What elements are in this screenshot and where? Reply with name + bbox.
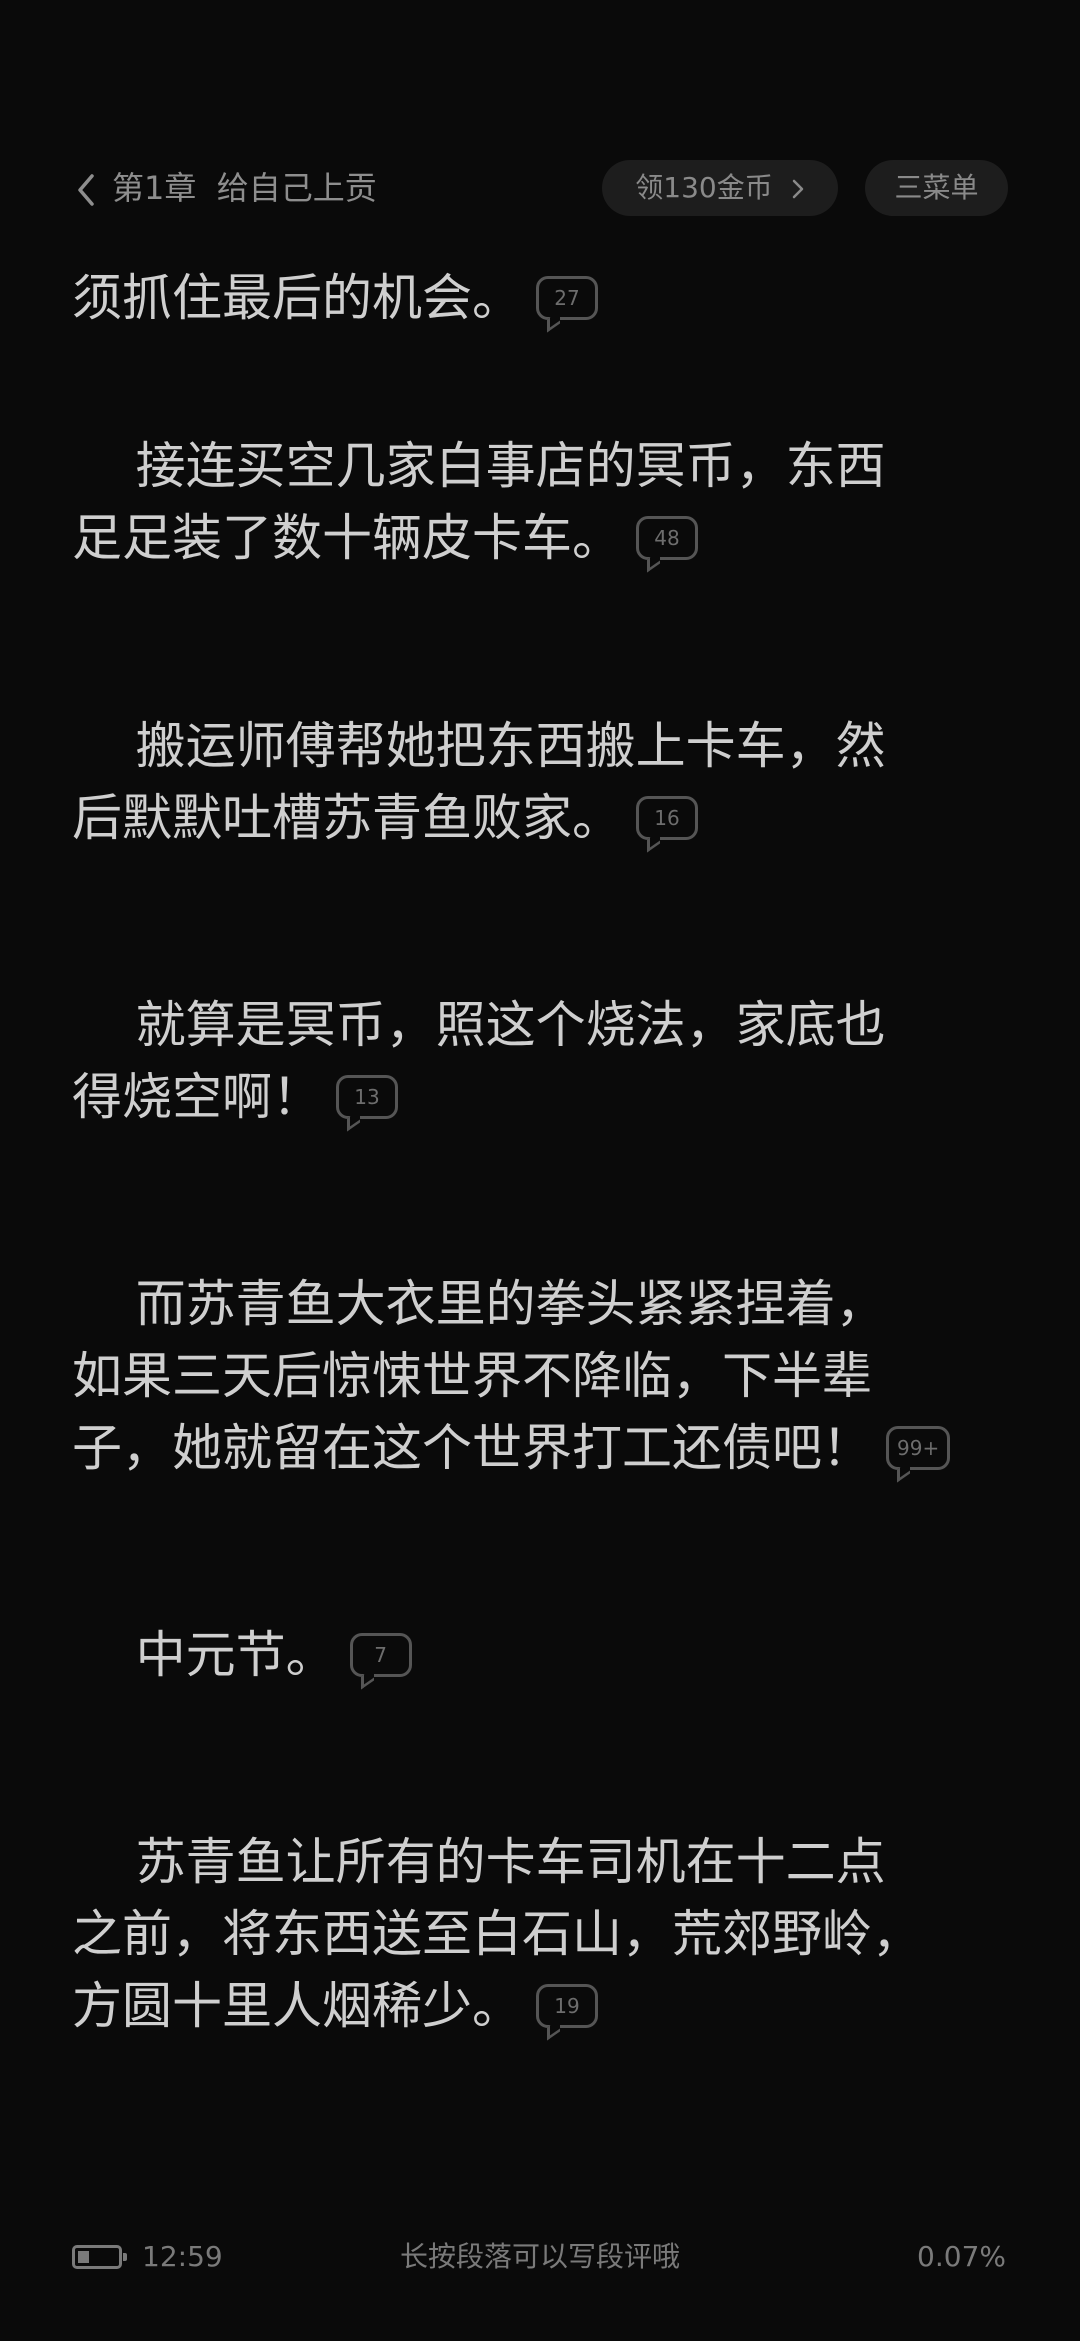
text-line: 得烧空啊！ — [72, 1068, 322, 1126]
reader-top-bar: 第1章 给自己上贡 领130金币 三菜单 — [0, 160, 1080, 218]
text-line: 而苏青鱼大衣里的拳头紧紧捏着， — [72, 1275, 886, 1333]
text-line: 后默默吐槽苏青鱼败家。 — [72, 789, 622, 847]
paragraph-comment-badge[interactable]: 27 — [536, 276, 598, 320]
menu-label: 三菜单 — [894, 171, 979, 204]
text-line: 须抓住最后的机会。 — [72, 269, 522, 327]
reader-footer: 12:59 长按段落可以写段评哦 0.07% — [0, 2232, 1080, 2282]
claim-coins-button[interactable]: 领130金币 — [602, 160, 838, 216]
text-line: 接连买空几家白事店的冥币，东西 — [72, 437, 886, 495]
claim-coins-label: 领130金币 — [635, 171, 773, 204]
chapter-title[interactable]: 第1章 给自己上贡 — [112, 166, 377, 210]
text-line: 足足装了数十辆皮卡车。 — [72, 509, 622, 567]
paragraph-comment-badge[interactable]: 16 — [636, 796, 698, 840]
reading-progress: 0.07% — [917, 2240, 1006, 2273]
paragraph-comment-badge[interactable]: 19 — [536, 1984, 598, 2028]
text-line: 如果三天后惊悚世界不降临，下半辈 — [72, 1347, 872, 1405]
text-line: 中元节。 — [72, 1626, 336, 1684]
paragraph-comment-badge[interactable]: 13 — [336, 1075, 398, 1119]
text-line: 就算是冥币，照这个烧法，家底也 — [72, 996, 886, 1054]
back-button[interactable] — [68, 168, 108, 212]
text-line: 方圆十里人烟稀少。 — [72, 1977, 522, 2035]
text-line: 子，她就留在这个世界打工还债吧！ — [72, 1419, 872, 1477]
chevron-right-icon — [792, 179, 803, 199]
menu-button[interactable]: 三菜单 — [865, 160, 1008, 216]
paragraph-comment-badge[interactable]: 48 — [636, 516, 698, 560]
chevron-left-icon — [78, 174, 94, 206]
paragraph-comment-badge[interactable]: 99+ — [886, 1426, 951, 1470]
text-line: 苏青鱼让所有的卡车司机在十二点 — [72, 1833, 886, 1891]
text-line: 搬运师傅帮她把东西搬上卡车，然 — [72, 717, 886, 775]
text-line: 之前，将东西送至白石山，荒郊野岭， — [72, 1905, 922, 1963]
paragraph-comment-badge[interactable]: 7 — [349, 1633, 412, 1677]
